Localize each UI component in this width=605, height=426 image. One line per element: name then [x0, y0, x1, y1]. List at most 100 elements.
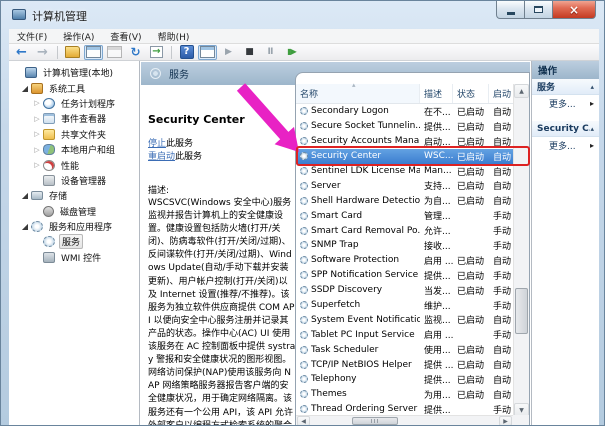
horizontal-scroll-thumb[interactable]	[352, 417, 398, 425]
service-description-cell: 为自...	[420, 194, 453, 207]
tree-item-device-manager[interactable]: 设备管理器	[9, 173, 139, 188]
column-header-3[interactable]: 启动	[489, 84, 513, 103]
expander-collapsed-icon[interactable]: ▷	[32, 161, 42, 169]
service-row-snmp-trap[interactable]: SNMP Trap接收...手动	[296, 238, 513, 253]
service-list-panel: 名称▴描述状态启动 Secondary Logon在不...已启动自动Secur…	[295, 72, 530, 426]
back-button[interactable]	[12, 45, 31, 60]
expander-collapsed-icon[interactable]: ▷	[32, 130, 42, 138]
service-startup-cell: 自动	[489, 120, 513, 133]
scroll-up-icon[interactable]: ▲	[514, 84, 529, 98]
start-service-button[interactable]	[219, 45, 238, 60]
shared-folders-icon	[43, 129, 55, 140]
stop-service-button[interactable]	[240, 45, 259, 60]
refresh-button[interactable]	[126, 45, 145, 60]
title-bar[interactable]: 计算机管理 ×	[1, 1, 604, 29]
up-level-folder-button[interactable]	[63, 45, 82, 60]
actions-pane: 操作 服务▴更多...▸Security C...▴更多...▸	[531, 61, 599, 426]
service-row-security-accounts-mana[interactable]: Security Accounts Mana...启动...已启动自动	[296, 134, 513, 149]
service-row-sentinel-ldk-license-ma[interactable]: Sentinel LDK License Ma...Man...已启动自动	[296, 164, 513, 179]
task-scheduler-icon	[43, 98, 55, 109]
scroll-left-icon[interactable]: ◀	[297, 416, 310, 426]
restart-service-link[interactable]: 重启动	[148, 152, 175, 162]
service-row-task-scheduler[interactable]: Task Scheduler使用...已启动自动	[296, 342, 513, 357]
tree-item-services[interactable]: 服务	[9, 234, 139, 249]
service-row-tcp-ip-netbios-helper[interactable]: TCP/IP NetBIOS Helper提供 ...已启动自动	[296, 357, 513, 372]
column-header-2[interactable]: 状态	[453, 84, 489, 103]
expander-collapsed-icon[interactable]: ▷	[32, 115, 42, 123]
service-gear-icon	[300, 182, 308, 190]
service-row-smart-card[interactable]: Smart Card管理...手动	[296, 208, 513, 223]
tree-item-system-tools[interactable]: ◢系统工具	[9, 80, 139, 95]
expander-expanded-icon[interactable]: ◢	[20, 191, 30, 200]
vertical-scroll-thumb[interactable]	[515, 288, 528, 334]
service-row-security-center[interactable]: Security CenterWSC...已启动自动	[296, 149, 513, 164]
service-row-themes[interactable]: Themes为用...已启动自动	[296, 387, 513, 402]
service-row-software-protection[interactable]: Software Protection启用 ...已启动自动	[296, 253, 513, 268]
expander-collapsed-icon[interactable]: ▷	[32, 99, 42, 107]
column-header-0[interactable]: 名称▴	[296, 84, 420, 103]
tree-item-disk-management[interactable]: 磁盘管理	[9, 204, 139, 219]
tree-item-event-viewer[interactable]: ▷事件查看器	[9, 111, 139, 126]
service-row-telephony[interactable]: Telephony提供...已启动自动	[296, 372, 513, 387]
actions-section-header-security-center[interactable]: Security C...▴	[532, 121, 599, 137]
expander-expanded-icon[interactable]: ◢	[20, 84, 30, 93]
menu-item-0[interactable]: 文件(F)	[9, 29, 55, 43]
service-row-server[interactable]: Server支持...已启动自动	[296, 178, 513, 193]
show-actions-pane-button[interactable]	[198, 45, 217, 60]
service-gear-icon	[300, 197, 308, 205]
service-row-system-event-notificatio[interactable]: System Event Notificatio...监视...已启动自动	[296, 312, 513, 327]
service-row-superfetch[interactable]: Superfetch维护...手动	[296, 298, 513, 313]
service-row-shell-hardware-detection[interactable]: Shell Hardware Detection为自...已启动自动	[296, 193, 513, 208]
service-name: System Event Notificatio...	[311, 315, 420, 325]
tree-item-local-users-groups[interactable]: ▷本地用户和组	[9, 142, 139, 157]
service-row-smart-card-removal-po[interactable]: Smart Card Removal Po...允许...手动	[296, 223, 513, 238]
close-button[interactable]: ×	[552, 1, 596, 19]
maximize-button[interactable]	[525, 1, 552, 19]
tree-item-shared-folders[interactable]: ▷共享文件夹	[9, 127, 139, 142]
more-actions-services[interactable]: 更多...▸	[532, 95, 599, 112]
tree-item-storage[interactable]: ◢存储	[9, 188, 139, 203]
tree-item-services-and-applications[interactable]: ◢服务和应用程序	[9, 219, 139, 234]
service-row-secondary-logon[interactable]: Secondary Logon在不...已启动自动	[296, 104, 513, 119]
forward-button[interactable]	[33, 45, 52, 60]
tree-item-label: 磁盘管理	[58, 205, 98, 218]
menu-item-1[interactable]: 操作(A)	[55, 29, 102, 43]
service-description-cell: 允许...	[420, 224, 453, 237]
vertical-scrollbar[interactable]: ▲ ▼	[513, 84, 529, 417]
stop-service-text: 此服务	[166, 139, 193, 149]
actions-section-header-services[interactable]: 服务▴	[532, 79, 599, 95]
restart-service-button[interactable]	[282, 45, 301, 60]
service-gear-icon	[300, 375, 308, 383]
minimize-button[interactable]	[496, 1, 525, 19]
horizontal-scrollbar[interactable]: ◀ ▶	[296, 415, 513, 426]
service-name: Tablet PC Input Service	[311, 330, 415, 340]
performance-icon	[43, 160, 55, 171]
export-list-button[interactable]	[147, 45, 166, 60]
expander-expanded-icon[interactable]: ◢	[20, 222, 30, 231]
expander-collapsed-icon[interactable]: ▷	[32, 146, 42, 154]
pause-service-button[interactable]	[261, 45, 280, 60]
service-row-secure-socket-tunnelin[interactable]: Secure Socket Tunnelin...提供...已启动自动	[296, 119, 513, 134]
scroll-right-icon[interactable]: ▶	[499, 416, 512, 426]
properties-button[interactable]	[105, 45, 124, 60]
help-button[interactable]	[177, 45, 196, 60]
menu-bar: 文件(F)操作(A)查看(V)帮助(H)	[9, 29, 599, 44]
show-console-tree-button[interactable]	[84, 45, 103, 60]
collapse-icon[interactable]: ▴	[590, 125, 594, 133]
actions-section-title: Security C...	[537, 124, 590, 134]
menu-item-2[interactable]: 查看(V)	[102, 29, 149, 43]
column-header-1[interactable]: 描述	[420, 84, 453, 103]
stop-service-link[interactable]: 停止	[148, 139, 166, 149]
service-description-cell: 提供...	[420, 403, 453, 416]
tree-item-wmi-control[interactable]: WMI 控件	[9, 250, 139, 265]
collapse-icon[interactable]: ▴	[590, 83, 594, 91]
menu-item-3[interactable]: 帮助(H)	[150, 29, 198, 43]
tree-item-task-scheduler[interactable]: ▷任务计划程序	[9, 96, 139, 111]
service-row-ssdp-discovery[interactable]: SSDP Discovery当发...已启动手动	[296, 283, 513, 298]
service-description-cell: 为用...	[420, 388, 453, 401]
service-row-spp-notification-service[interactable]: SPP Notification Service提供...已启动手动	[296, 268, 513, 283]
more-actions-security-center[interactable]: 更多...▸	[532, 137, 599, 154]
service-row-tablet-pc-input-service[interactable]: Tablet PC Input Service启用 ...手动	[296, 327, 513, 342]
tree-item-performance[interactable]: ▷性能	[9, 157, 139, 172]
tree-item-computer-management[interactable]: 计算机管理(本地)	[9, 65, 139, 80]
